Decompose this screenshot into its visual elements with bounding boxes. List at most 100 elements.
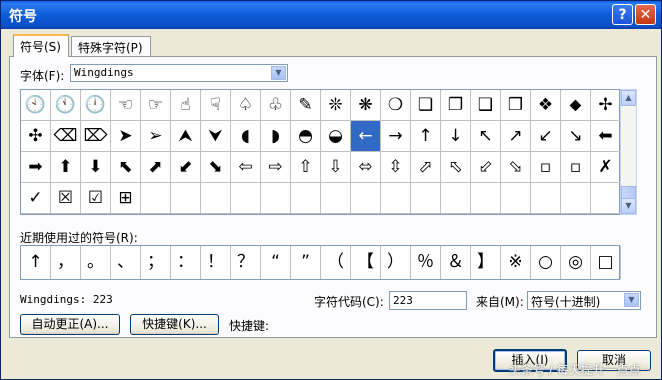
- symbol-cell[interactable]: ⬁: [441, 152, 471, 183]
- recent-symbol-cell[interactable]: 】: [471, 246, 501, 279]
- symbol-cell[interactable]: [591, 183, 621, 214]
- symbol-cell[interactable]: ♧: [261, 90, 291, 121]
- symbol-cell[interactable]: ▫: [531, 152, 561, 183]
- symbol-cell[interactable]: ➢: [141, 121, 171, 152]
- symbol-cell[interactable]: ⌫: [51, 121, 81, 152]
- tab-special-characters[interactable]: 特殊字符(P): [71, 36, 151, 56]
- symbol-cell[interactable]: ☜: [111, 90, 141, 121]
- symbol-cell[interactable]: ❒: [501, 90, 531, 121]
- symbol-cell[interactable]: ☝: [171, 90, 201, 121]
- symbol-cell[interactable]: ◖: [231, 121, 261, 152]
- chevron-down-icon[interactable]: ▼: [624, 293, 639, 307]
- symbol-cell[interactable]: [471, 183, 501, 214]
- symbol-cell[interactable]: ⬄: [351, 152, 381, 183]
- symbol-cell[interactable]: ⇳: [381, 152, 411, 183]
- recent-symbol-cell[interactable]: ！: [201, 246, 231, 279]
- recent-symbol-cell[interactable]: ◎: [561, 246, 591, 279]
- symbol-cell[interactable]: 🕙: [21, 90, 51, 121]
- symbol-cell[interactable]: [381, 183, 411, 214]
- font-select[interactable]: Wingdings ▼: [70, 64, 288, 82]
- symbol-cell[interactable]: ⬀: [411, 152, 441, 183]
- symbol-cell[interactable]: ⬃: [471, 152, 501, 183]
- symbol-cell[interactable]: [171, 183, 201, 214]
- recent-symbol-cell[interactable]: ；: [141, 246, 171, 279]
- symbol-cell[interactable]: [291, 183, 321, 214]
- symbol-cell[interactable]: ☑: [81, 183, 111, 214]
- tab-symbols[interactable]: 符号(S): [13, 34, 69, 57]
- symbol-cell[interactable]: ✎: [291, 90, 321, 121]
- char-code-input[interactable]: 223: [389, 291, 467, 310]
- symbol-cell[interactable]: ♤: [231, 90, 261, 121]
- symbol-cell[interactable]: ⇩: [321, 152, 351, 183]
- symbol-cell[interactable]: ⬊: [201, 152, 231, 183]
- recent-symbol-cell[interactable]: 。: [81, 246, 111, 279]
- symbol-cell[interactable]: ◗: [261, 121, 291, 152]
- symbol-cell[interactable]: ←: [351, 121, 381, 152]
- symbol-cell[interactable]: ☒: [51, 183, 81, 214]
- symbol-cell[interactable]: ✗: [591, 152, 621, 183]
- symbol-cell[interactable]: ◓: [291, 121, 321, 152]
- symbol-cell[interactable]: ⬉: [111, 152, 141, 183]
- symbol-cell[interactable]: ◒: [321, 121, 351, 152]
- symbol-grid-scrollbar[interactable]: ▲ ▼: [620, 89, 637, 215]
- symbol-cell[interactable]: ❍: [381, 90, 411, 121]
- symbol-cell[interactable]: ✓: [21, 183, 51, 214]
- recent-symbol-cell[interactable]: ＆: [441, 246, 471, 279]
- symbol-cell[interactable]: ⬅: [591, 121, 621, 152]
- recent-symbol-cell[interactable]: □: [591, 246, 621, 279]
- symbol-cell[interactable]: ✣: [21, 121, 51, 152]
- recent-symbol-cell[interactable]: ※: [501, 246, 531, 279]
- symbol-cell[interactable]: ⇧: [291, 152, 321, 183]
- symbol-cell[interactable]: ⮟: [201, 121, 231, 152]
- symbol-cell[interactable]: ☞: [141, 90, 171, 121]
- recent-symbol-cell[interactable]: （: [321, 246, 351, 279]
- symbol-cell[interactable]: ↙: [531, 121, 561, 152]
- symbol-cell[interactable]: [411, 183, 441, 214]
- symbol-cell[interactable]: ⬥: [561, 90, 591, 121]
- close-button[interactable]: ✕: [635, 4, 656, 25]
- recent-symbol-cell[interactable]: ”: [291, 246, 321, 279]
- symbol-cell[interactable]: ❋: [351, 90, 381, 121]
- symbol-cell[interactable]: [351, 183, 381, 214]
- symbol-cell[interactable]: ❑: [471, 90, 501, 121]
- symbol-cell[interactable]: ↗: [501, 121, 531, 152]
- symbol-cell[interactable]: ↓: [441, 121, 471, 152]
- symbol-cell[interactable]: [141, 183, 171, 214]
- symbol-cell[interactable]: ☟: [201, 90, 231, 121]
- symbol-cell[interactable]: ❏: [411, 90, 441, 121]
- symbol-cell[interactable]: ⊞: [111, 183, 141, 214]
- recent-symbol-cell[interactable]: 【: [351, 246, 381, 279]
- symbol-cell[interactable]: ↖: [471, 121, 501, 152]
- symbol-cell[interactable]: [441, 183, 471, 214]
- symbol-cell[interactable]: ⇨: [261, 152, 291, 183]
- recent-symbol-cell[interactable]: ：: [171, 246, 201, 279]
- symbol-cell[interactable]: ↘: [561, 121, 591, 152]
- symbol-cell[interactable]: ⇦: [231, 152, 261, 183]
- symbol-cell[interactable]: [261, 183, 291, 214]
- scroll-up-button[interactable]: ▲: [621, 90, 636, 106]
- recent-symbol-cell[interactable]: ，: [51, 246, 81, 279]
- symbol-cell[interactable]: [201, 183, 231, 214]
- symbol-cell[interactable]: ⮝: [171, 121, 201, 152]
- symbol-cell[interactable]: ❖: [531, 90, 561, 121]
- chevron-down-icon[interactable]: ▼: [271, 66, 286, 80]
- symbol-cell[interactable]: [231, 183, 261, 214]
- symbol-cell[interactable]: ⬈: [141, 152, 171, 183]
- recent-symbol-cell[interactable]: 、: [111, 246, 141, 279]
- symbol-cell[interactable]: [321, 183, 351, 214]
- symbol-cell[interactable]: ❊: [321, 90, 351, 121]
- symbol-cell[interactable]: ⬆: [51, 152, 81, 183]
- recent-symbol-cell[interactable]: ）: [381, 246, 411, 279]
- symbol-cell[interactable]: 🕛: [81, 90, 111, 121]
- recent-symbol-cell[interactable]: ％: [411, 246, 441, 279]
- symbol-cell[interactable]: ⬇: [81, 152, 111, 183]
- recent-symbol-cell[interactable]: ↑: [21, 246, 51, 279]
- shortcut-key-button[interactable]: 快捷键(K)...: [130, 314, 219, 335]
- symbol-cell[interactable]: ➡: [21, 152, 51, 183]
- help-button[interactable]: ?: [612, 4, 633, 25]
- symbol-cell[interactable]: [531, 183, 561, 214]
- symbol-cell[interactable]: ⌦: [81, 121, 111, 152]
- symbol-cell[interactable]: ⬂: [501, 152, 531, 183]
- symbol-cell[interactable]: ✢: [591, 90, 621, 121]
- from-select[interactable]: 符号(十进制) ▼: [527, 291, 641, 310]
